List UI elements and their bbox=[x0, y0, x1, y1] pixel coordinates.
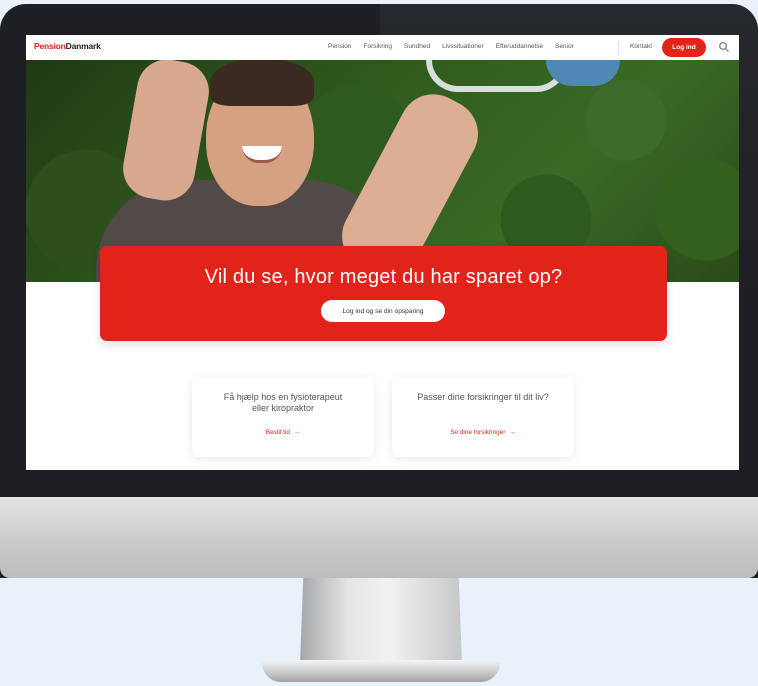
nav-item-senior[interactable]: Senior bbox=[555, 43, 574, 50]
physio-card-title: Få hjælp hos en fysioterapeut eller kiro… bbox=[202, 392, 364, 413]
monitor-chin bbox=[0, 497, 758, 578]
arrow-right-icon: → bbox=[293, 429, 301, 436]
nav-item-sundhed[interactable]: Sundhed bbox=[404, 43, 430, 50]
nav-item-livssituationer[interactable]: Livssituationer bbox=[442, 43, 484, 50]
see-insurances-label: Se dine forsikringer bbox=[450, 429, 506, 436]
physio-card-title-line1: Få hjælp hos en fysioterapeut bbox=[223, 392, 343, 402]
physio-card[interactable]: Få hjælp hos en fysioterapeut eller kiro… bbox=[192, 377, 374, 457]
book-appointment-link[interactable]: Bestil tid → bbox=[192, 429, 374, 436]
physio-card-title-line2: eller kiropraktor bbox=[251, 402, 315, 413]
search-icon[interactable] bbox=[718, 41, 730, 53]
nav-item-forsikring[interactable]: Forsikring bbox=[364, 43, 393, 50]
monitor-stand-neck bbox=[300, 578, 462, 664]
brand-logo[interactable]: PensionDanmark bbox=[34, 41, 101, 51]
insurance-card-title: Passer dine forsikringer til dit liv? bbox=[417, 392, 549, 402]
see-savings-button[interactable]: Log ind og se din opsparing bbox=[321, 300, 445, 322]
brand-logo-part1: Pension bbox=[34, 41, 66, 51]
hero-person-hair bbox=[210, 60, 314, 106]
website-screen: PensionDanmark Pension Forsikring Sundhe… bbox=[26, 35, 739, 470]
arrow-right-icon: → bbox=[509, 429, 516, 436]
monitor-stand-base bbox=[262, 660, 500, 682]
login-button[interactable]: Log ind bbox=[662, 38, 706, 57]
main-nav: Pension Forsikring Sundhed Livssituation… bbox=[328, 43, 574, 50]
brand-logo-part2: Danmark bbox=[65, 41, 101, 51]
nav-item-pension[interactable]: Pension bbox=[328, 43, 352, 50]
nav-item-kontakt[interactable]: Kontakt bbox=[630, 43, 652, 50]
nav-divider bbox=[618, 41, 619, 54]
cta-headline: Vil du se, hvor meget du har sparet op? bbox=[204, 266, 563, 288]
nav-item-efteruddannelse[interactable]: Efteruddannelse bbox=[496, 43, 543, 50]
book-appointment-label: Bestil tid bbox=[265, 429, 290, 436]
insurance-card[interactable]: Passer dine forsikringer til dit liv? Se… bbox=[392, 377, 574, 457]
top-navbar: PensionDanmark Pension Forsikring Sundhe… bbox=[26, 35, 739, 60]
see-insurances-link[interactable]: Se dine forsikringer → bbox=[392, 429, 574, 436]
login-cta-banner: Vil du se, hvor meget du har sparet op? … bbox=[100, 246, 667, 341]
